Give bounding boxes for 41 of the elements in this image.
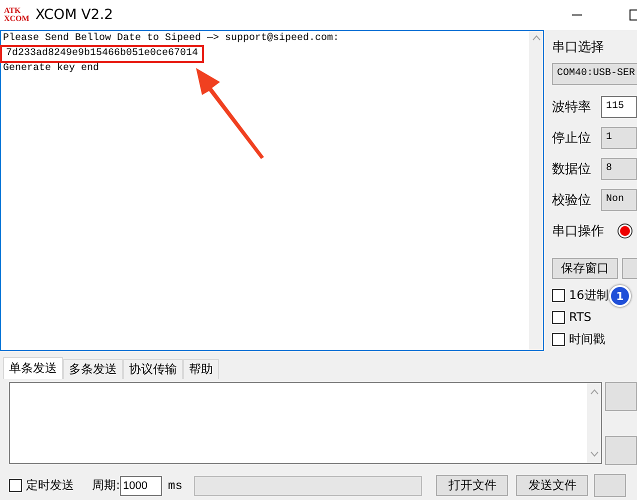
checkbox[interactable] <box>552 332 565 346</box>
send-tab[interactable]: 帮助 <box>183 359 219 379</box>
setting-label: 停止位 <box>552 130 591 146</box>
baud-rate-field[interactable]: 115 <box>601 96 637 118</box>
checkbox[interactable] <box>552 288 565 302</box>
log-line: Please Send Bellow Date to Sipeed —> support@sipeed.com: <box>2 33 340 45</box>
scroll-up-icon[interactable] <box>590 389 598 395</box>
port-label: 串口选择 <box>552 39 605 56</box>
send-input[interactable] <box>9 382 602 464</box>
checkbox[interactable] <box>9 479 22 492</box>
port-dropdown[interactable]: COM40:USB-SER <box>552 63 637 85</box>
timed-send-label: 定时发送 <box>26 477 74 494</box>
send-tab[interactable]: 单条发送 <box>3 357 63 379</box>
checkbox[interactable] <box>552 310 565 324</box>
setting-dropdown[interactable]: Non <box>601 188 637 210</box>
send-tab[interactable]: 多条发送 <box>63 359 123 379</box>
scrollbar[interactable] <box>529 30 544 351</box>
unit-label: ms <box>168 478 182 492</box>
log-line: Generate key end <box>2 63 100 75</box>
scroll-down-icon[interactable] <box>590 451 598 457</box>
save-window-button[interactable]: 保存窗口 <box>552 258 618 279</box>
receive-area[interactable]: Please Send Bellow Date to Sipeed —> support@sipeed.com: 7d233ad8249e9b15466b051e0ce67014 Generate key end <box>0 30 529 351</box>
number-badge: 1 <box>609 285 631 307</box>
open-file-button[interactable]: 打开文件 <box>436 475 508 496</box>
window-title: XCOM V2.2 <box>35 7 114 23</box>
option-label: RTS <box>569 310 592 324</box>
scroll-up-icon[interactable] <box>532 35 540 41</box>
setting-dropdown[interactable]: 8 <box>601 158 637 180</box>
send-tab[interactable]: 协议传输 <box>123 359 183 379</box>
option-label: 时间戳 <box>569 330 605 348</box>
setting-label: 校验位 <box>552 192 591 208</box>
setting-label: 波特率 <box>552 98 591 116</box>
setting-dropdown[interactable]: 1 <box>601 126 637 148</box>
setting-label: 数据位 <box>552 160 591 178</box>
maximize-icon[interactable] <box>629 9 637 21</box>
send-file-button[interactable]: 发送文件 <box>516 475 588 496</box>
app-logo: ATK XCOM <box>4 7 30 23</box>
operation-label: 串口操作 <box>552 222 604 240</box>
period-label: 周期: <box>92 477 120 494</box>
period-field[interactable]: 1000 <box>120 476 162 496</box>
option-label: 16进制 <box>569 286 608 304</box>
